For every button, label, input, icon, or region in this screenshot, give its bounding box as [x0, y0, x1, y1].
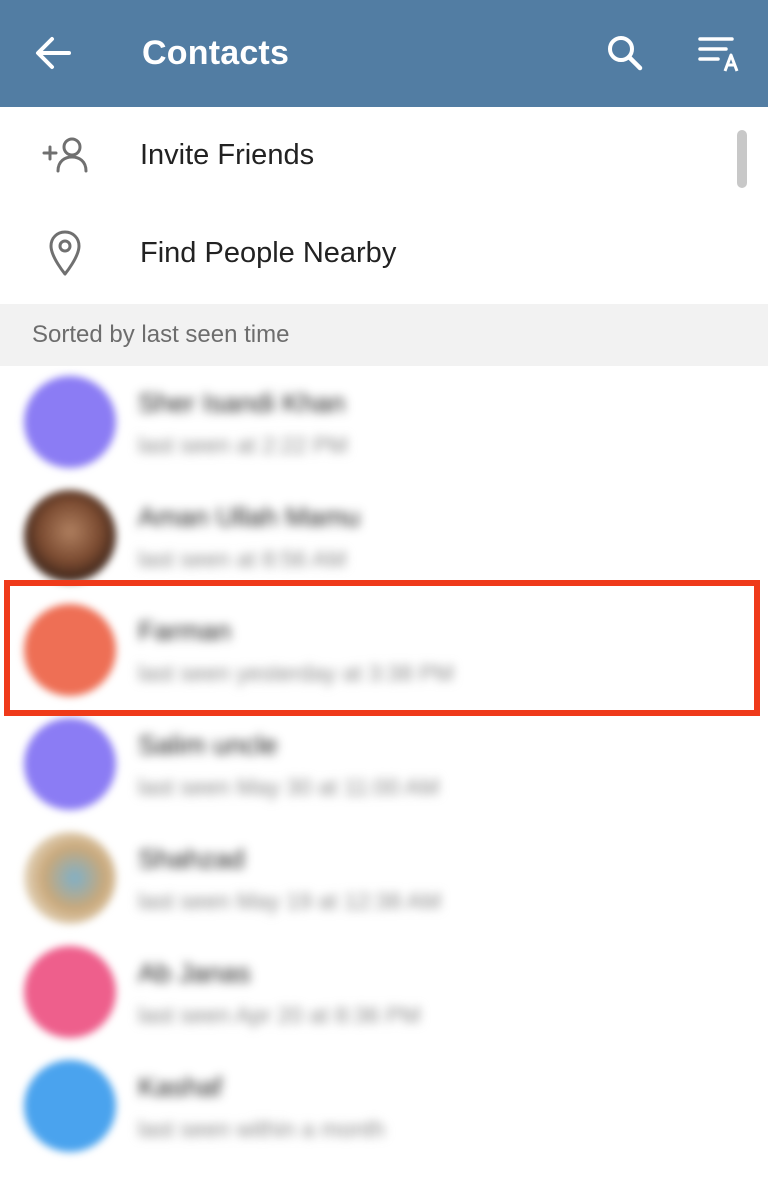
search-icon [608, 36, 643, 71]
add-person-icon [42, 137, 88, 173]
section-header-label: Sorted by last seen time [32, 321, 290, 348]
search-button[interactable] [600, 30, 650, 76]
contact-row[interactable]: Ab Janas last seen Apr 20 at 8:36 PM [0, 936, 768, 1050]
invite-friends-row[interactable]: Invite Friends [0, 106, 768, 204]
avatar [24, 832, 116, 924]
arrow-left-icon [36, 37, 71, 69]
contact-name: Sher Isandi Khan [138, 388, 346, 418]
contact-status: last seen May 30 at 11:00 AM [138, 774, 440, 800]
contact-name: Kashaf [138, 1072, 223, 1102]
contact-status: last seen May 19 at 12:38 AM [138, 888, 442, 914]
avatar [24, 1060, 116, 1152]
contact-status: last seen Apr 20 at 8:36 PM [138, 1002, 421, 1028]
contact-name: Aman Ullah Mamu [138, 502, 361, 532]
sort-alpha-icon [698, 37, 739, 72]
contact-row[interactable]: Salim uncle last seen May 30 at 11:00 AM [0, 708, 768, 822]
avatar [24, 946, 116, 1038]
contact-status: last seen at 2:22 PM [138, 432, 348, 458]
contact-name: Ab Janas [138, 958, 251, 988]
avatar [24, 604, 116, 696]
find-people-nearby-label: Find People Nearby [140, 237, 397, 269]
contact-row[interactable]: Shahzad last seen May 19 at 12:38 AM [0, 822, 768, 936]
find-people-nearby-row[interactable]: Find People Nearby [0, 204, 768, 302]
sort-button[interactable] [692, 28, 748, 78]
contact-row[interactable]: Sher Isandi Khan last seen at 2:22 PM [0, 366, 768, 480]
avatar [24, 376, 116, 468]
contact-name: Farman [138, 616, 232, 646]
contact-status: last seen at 8:56 AM [138, 546, 347, 572]
back-button[interactable] [28, 30, 78, 76]
contact-row[interactable]: Kashaf last seen within a month [0, 1050, 768, 1164]
avatar [24, 718, 116, 810]
contact-name: Shahzad [138, 844, 245, 874]
contact-row[interactable]: Aman Ullah Mamu last seen at 8:56 AM [0, 480, 768, 594]
avatar [24, 490, 116, 582]
scrollbar[interactable] [737, 130, 747, 188]
contact-row[interactable]: Farman last seen yesterday at 3:38 PM [0, 594, 768, 708]
contact-status: last seen yesterday at 3:38 PM [138, 660, 454, 686]
page-title: Contacts [142, 34, 290, 72]
contact-name: Salim uncle [138, 730, 278, 760]
location-pin-icon [49, 230, 81, 276]
contact-status: last seen within a month [138, 1116, 385, 1142]
section-header: Sorted by last seen time [0, 304, 768, 366]
invite-friends-label: Invite Friends [140, 139, 315, 171]
app-bar: Contacts [0, 0, 768, 107]
